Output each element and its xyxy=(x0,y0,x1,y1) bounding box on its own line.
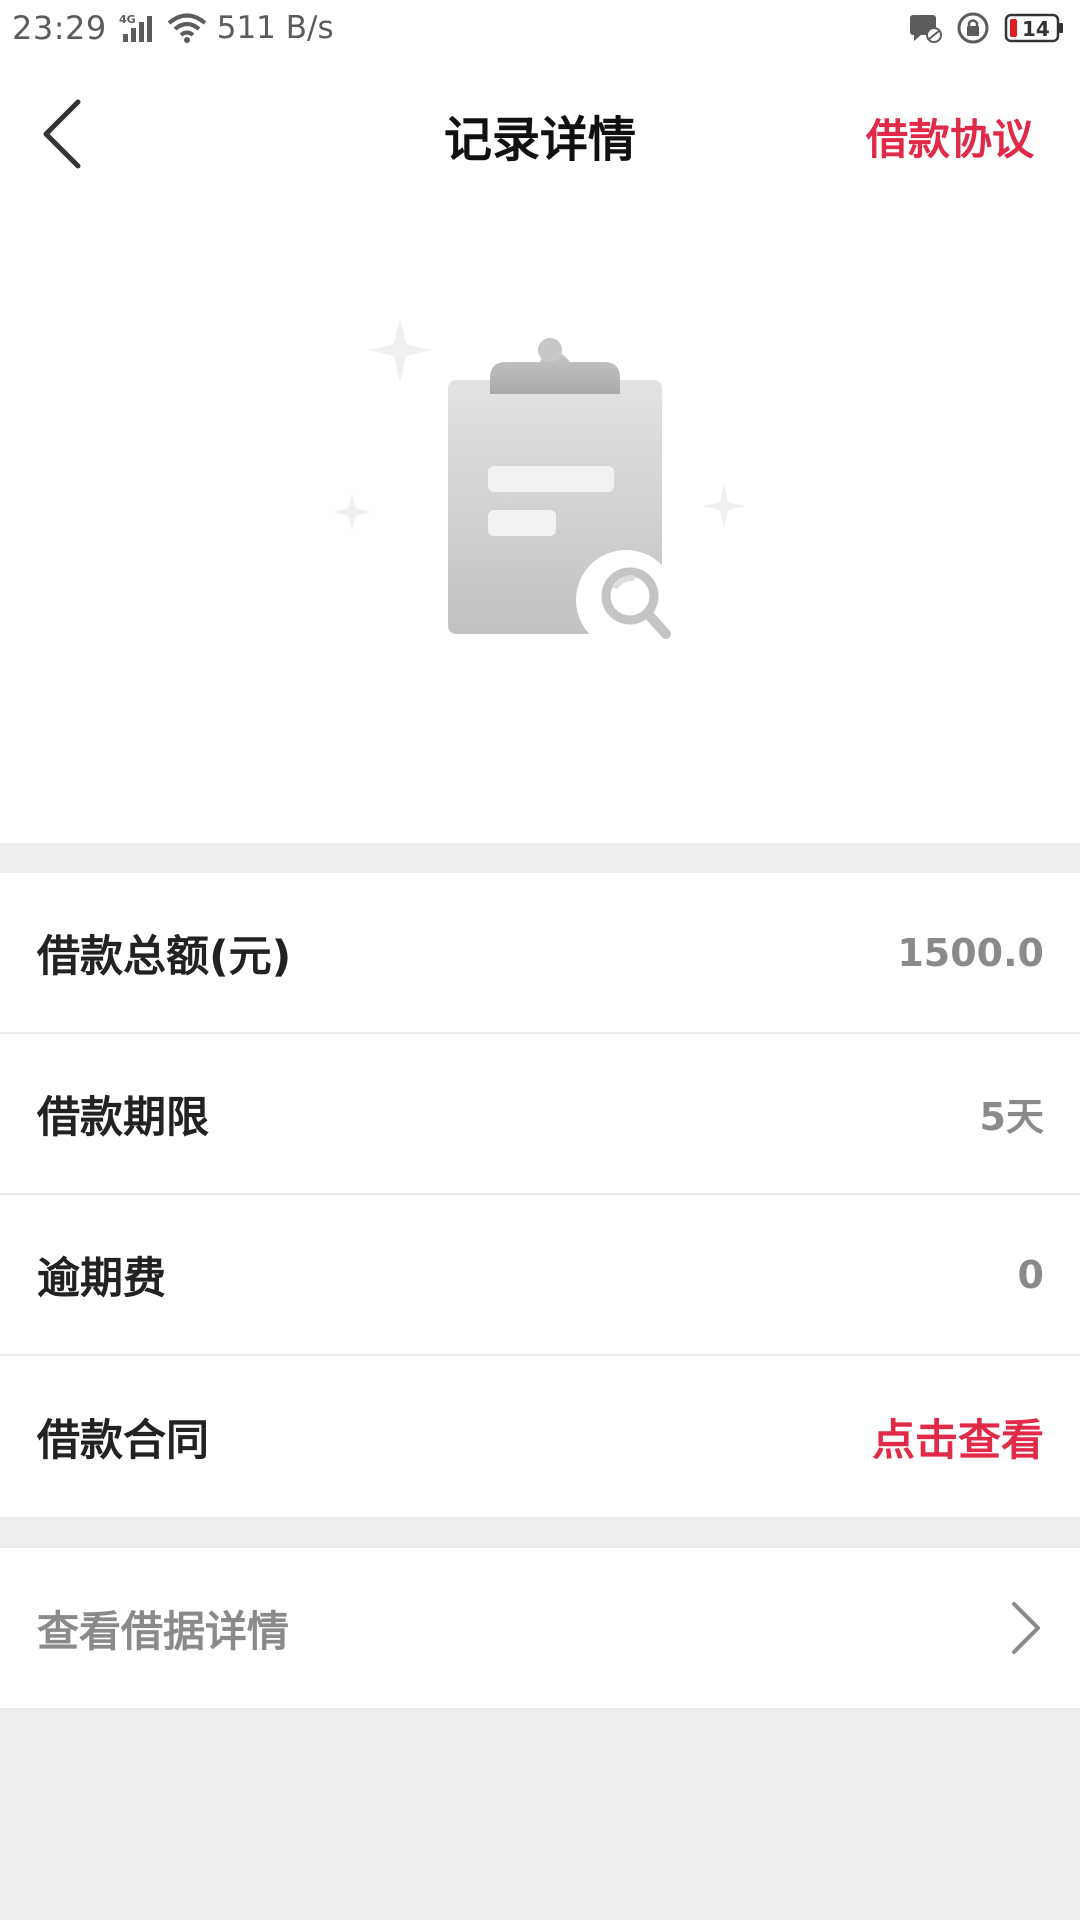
receipt-details-label: 查看借据详情 xyxy=(37,1606,290,1656)
network-type-label: 4G xyxy=(119,13,136,26)
row-label: 借款总额(元) xyxy=(37,931,292,982)
view-contract-link[interactable]: 点击查看 xyxy=(872,1406,1044,1468)
sparkle-icon xyxy=(368,318,432,382)
row-label: 逾期费 xyxy=(37,1253,166,1304)
rotation-lock-icon xyxy=(957,12,989,44)
loan-agreement-link[interactable]: 借款协议 xyxy=(866,106,1034,167)
detail-row-loan-contract: 借款合同 点击查看 xyxy=(0,1356,1080,1517)
navigation-header: 记录详情 借款协议 xyxy=(0,56,1080,208)
loan-details-list: 借款总额(元) 1500.0 借款期限 5天 逾期费 0 借款合同 点击查看 xyxy=(0,873,1080,1517)
detail-row-total-amount: 借款总额(元) 1500.0 xyxy=(0,873,1080,1034)
network-speed: 511 B/s xyxy=(216,10,334,46)
sparkle-icon xyxy=(332,492,372,532)
row-label: 借款期限 xyxy=(37,1092,209,1143)
row-label: 借款合同 xyxy=(37,1415,209,1466)
sparkle-icon xyxy=(702,484,746,528)
detail-row-overdue-fee: 逾期费 0 xyxy=(0,1195,1080,1356)
row-value: 0 xyxy=(1017,1252,1044,1297)
message-icon xyxy=(910,15,942,43)
row-value: 5天 xyxy=(979,1095,1044,1139)
empty-state-illustration xyxy=(0,208,1080,843)
status-time: 23:29 xyxy=(12,9,107,47)
battery-level: 14 xyxy=(1022,17,1050,41)
view-receipt-details-button[interactable]: 查看借据详情 xyxy=(0,1548,1080,1708)
chevron-right-icon xyxy=(1012,1602,1040,1654)
clipboard-search-icon xyxy=(332,318,746,650)
signal-icon: 4G xyxy=(119,13,152,42)
detail-row-loan-term: 借款期限 5天 xyxy=(0,1034,1080,1195)
status-bar: 23:29 4G 511 B/s 14 xyxy=(0,0,1080,56)
row-value: 1500.0 xyxy=(897,930,1044,975)
battery-icon: 14 xyxy=(1004,13,1063,43)
wifi-icon xyxy=(167,13,206,43)
